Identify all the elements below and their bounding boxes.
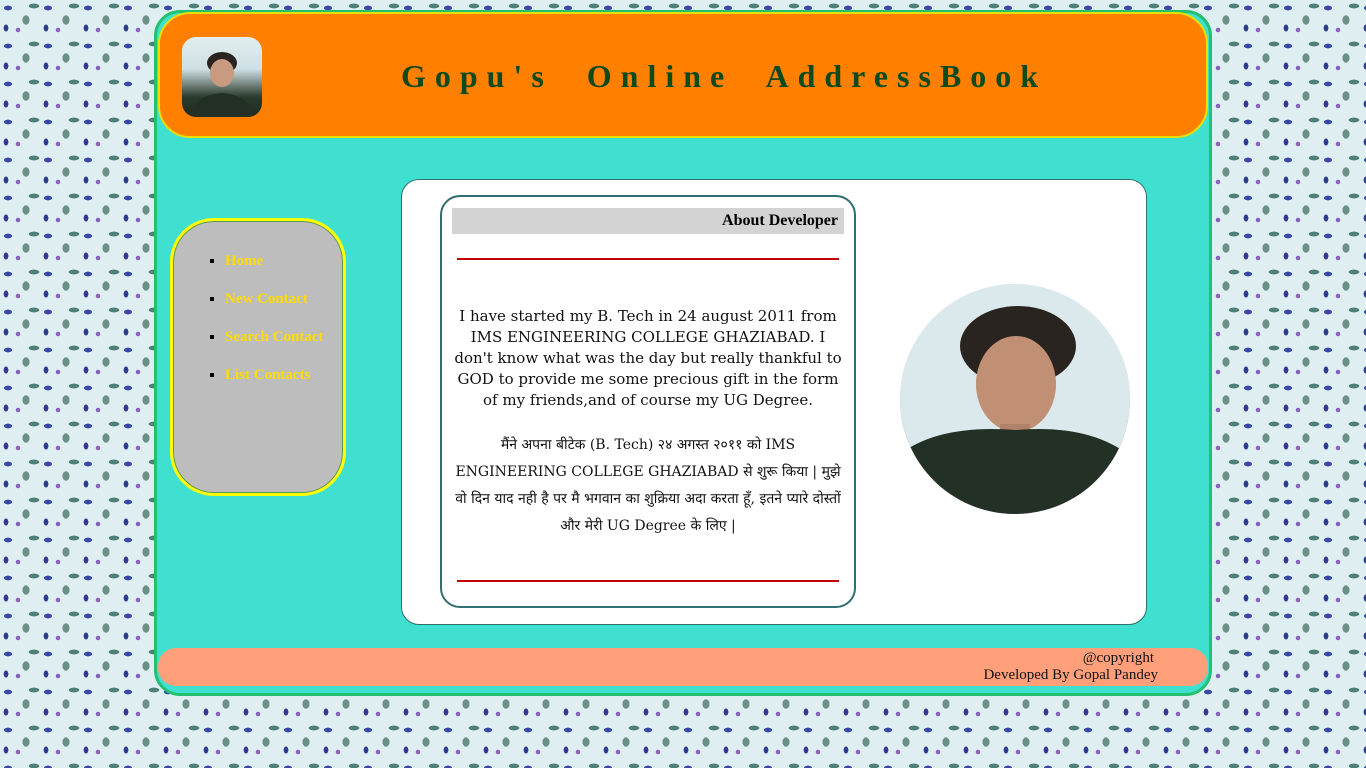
nav-item-list-contacts: List Contacts (225, 367, 323, 405)
sidebar-nav: Home New Contact Search Contact List Con… (170, 218, 346, 496)
developer-photo-icon (900, 284, 1130, 514)
copyright-text: @copyright (1082, 650, 1154, 666)
nav-link-home[interactable]: Home (225, 253, 263, 269)
about-paragraph-english: I have started my B. Tech in 24 august 2… (454, 307, 842, 409)
nav-item-search-contact: Search Contact (225, 329, 323, 367)
developer-credit: Developed By Gopal Pandey (983, 667, 1158, 683)
nav-item-home: Home (225, 253, 323, 291)
about-heading: About Developer (452, 208, 844, 234)
footer-credits: @copyright Developed By Gopal Pandey (983, 650, 1158, 684)
bottom-divider (457, 580, 839, 582)
nav-item-new-contact: New Contact (225, 291, 323, 329)
site-title: Gopu's Online AddressBook (400, 58, 1048, 94)
nav-link-search-contact[interactable]: Search Contact (225, 329, 323, 345)
nav-link-new-contact[interactable]: New Contact (225, 291, 308, 307)
top-divider (457, 258, 839, 260)
nav-link-list-contacts[interactable]: List Contacts (225, 367, 310, 383)
nav-list: Home New Contact Search Contact List Con… (173, 253, 323, 405)
about-paragraph-hindi: मैंने अपना बीटेक (B. Tech) २४ अगस्त २०११… (455, 437, 841, 534)
profile-photo-icon (182, 37, 262, 117)
